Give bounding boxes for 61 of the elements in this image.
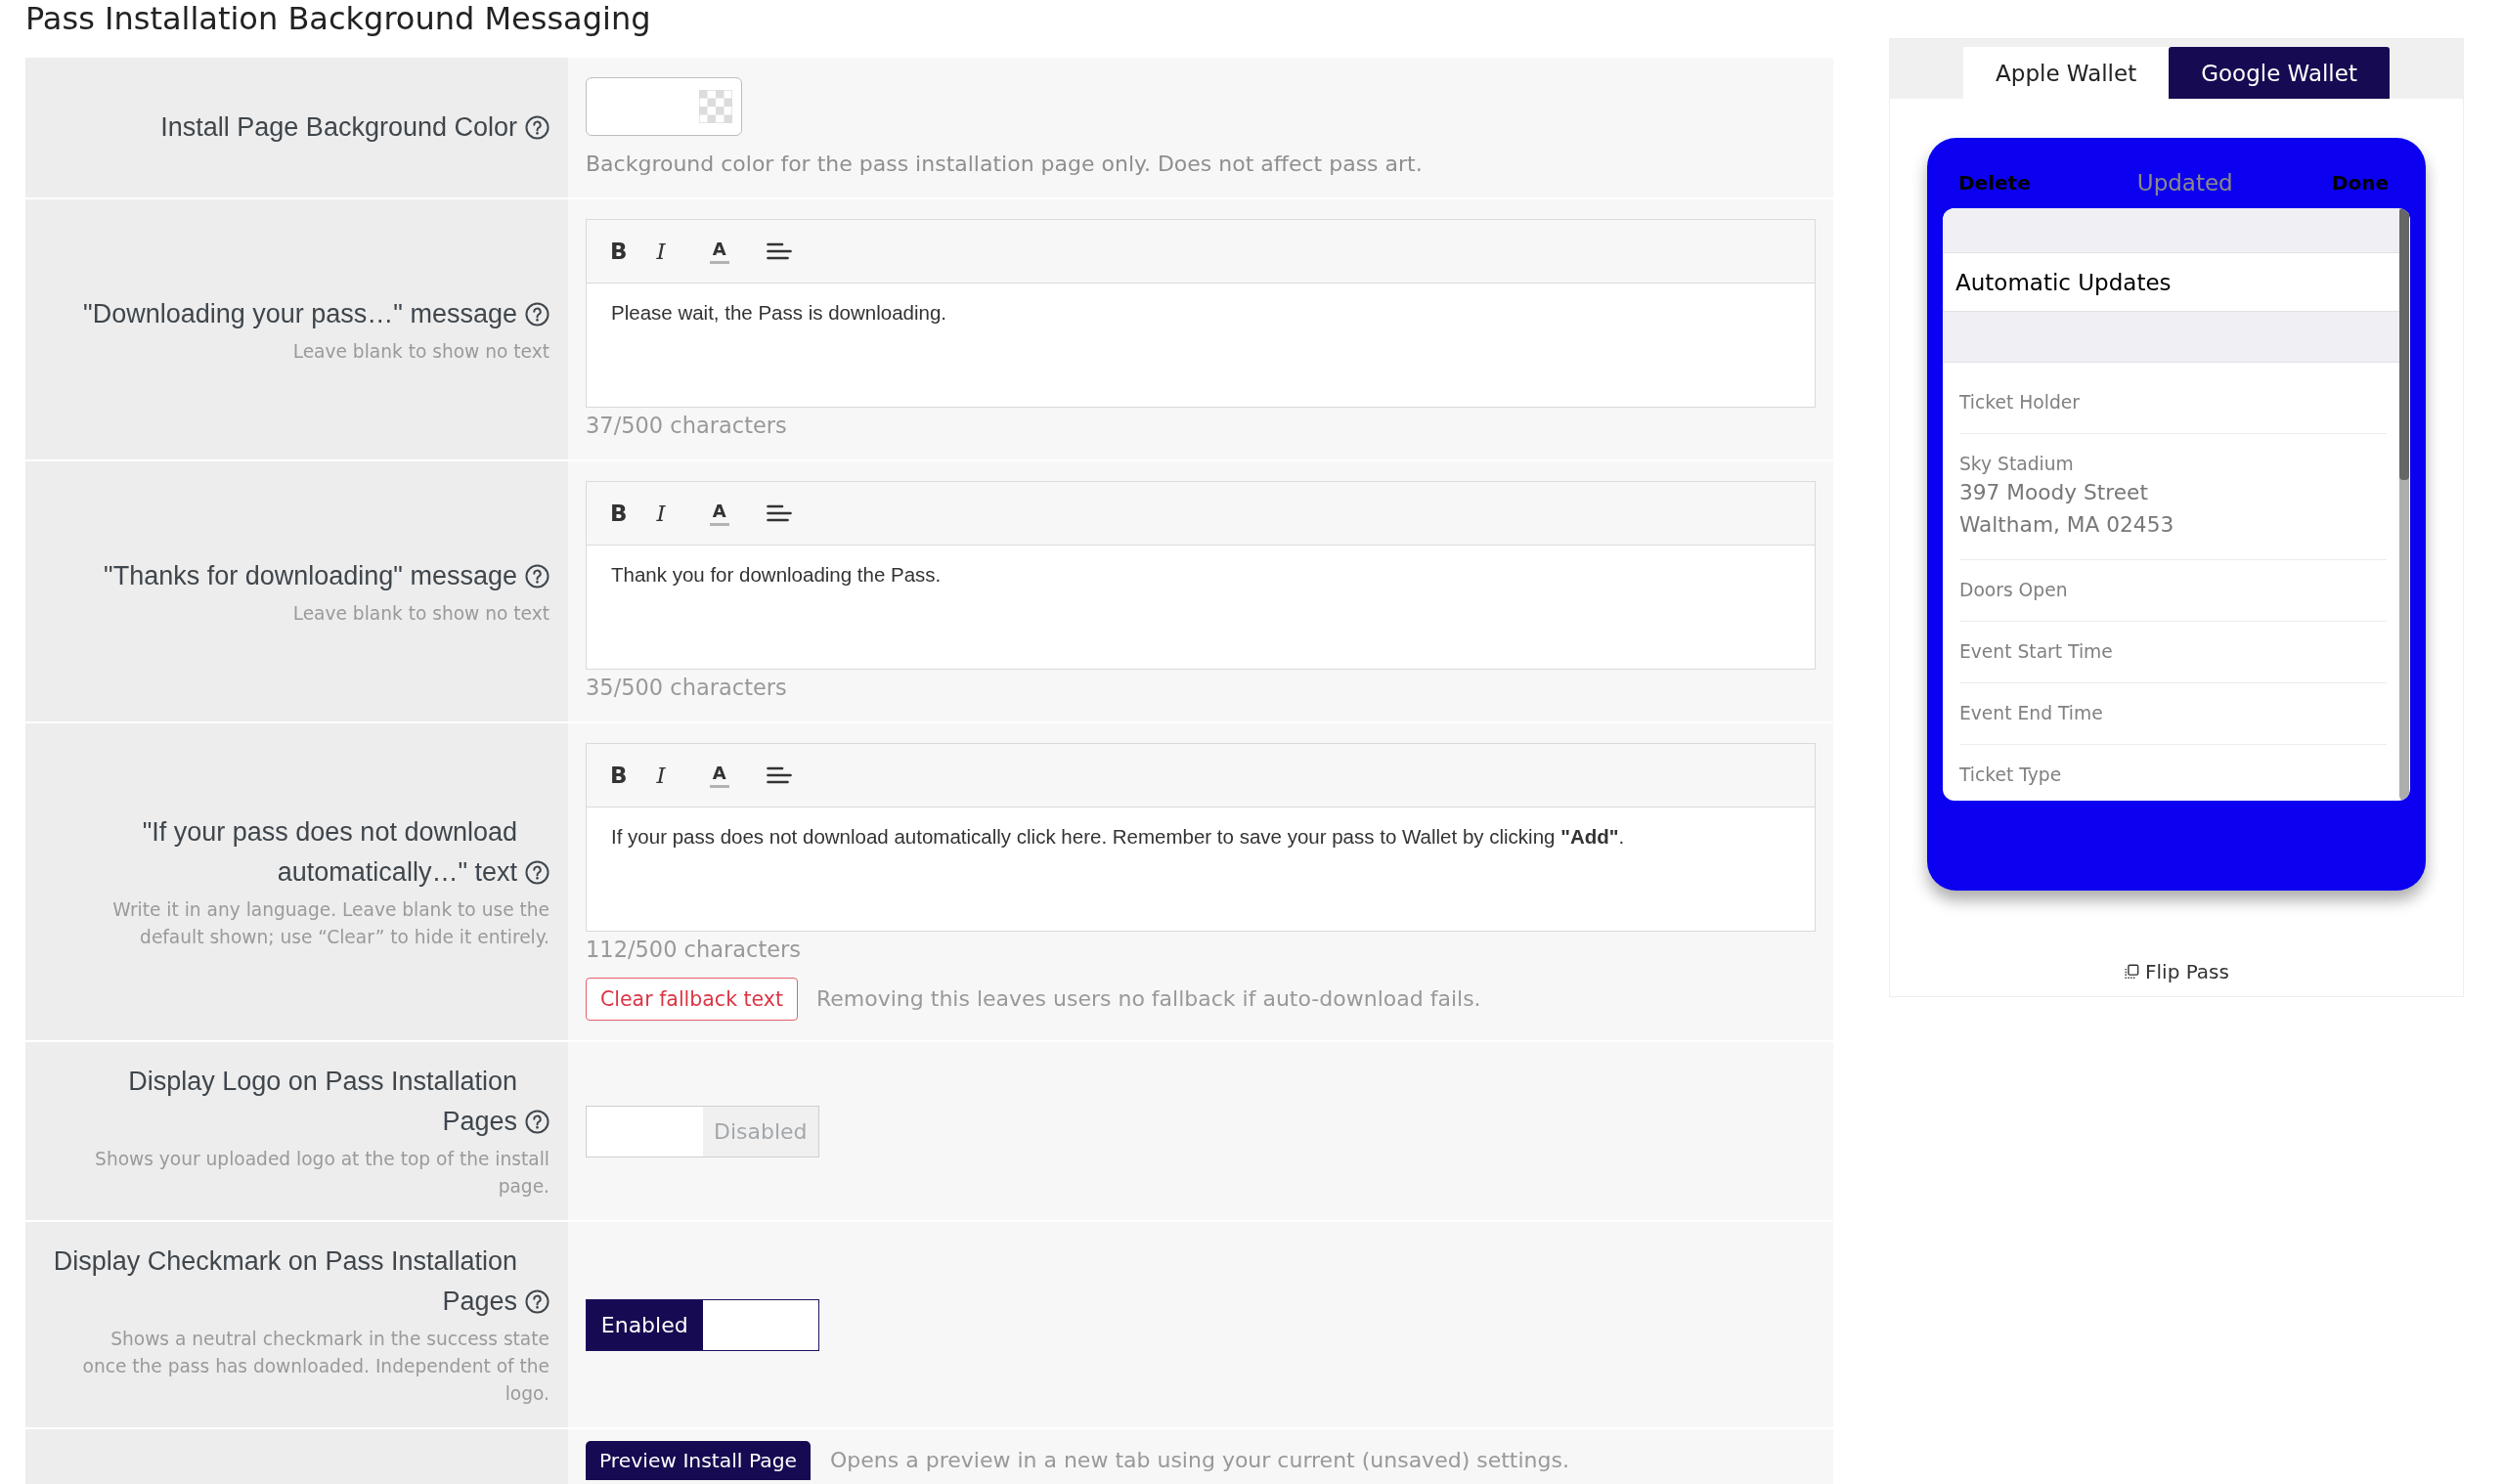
setting-hint: Leave blank to show no text (292, 601, 549, 626)
align-left-icon (766, 766, 792, 784)
setting-label: Install Page Background Color (160, 111, 517, 144)
setting-label: Display Checkmark on Pass Installation Pages (52, 1245, 517, 1318)
wallet-tab[interactable]: Apple Wallet (1963, 47, 2170, 99)
bold-button[interactable]: B (605, 238, 633, 265)
setting-label: "If your pass does not download automatically…" text (141, 816, 517, 889)
text-area[interactable]: If your pass does not download automatically click here. Remember to save your pass to Wallet by clicking "Add". (587, 807, 1815, 931)
delete-label: Delete (1958, 171, 2031, 195)
bold-button[interactable]: B (605, 500, 633, 527)
field-description: Background color for the pass installation page only. Does not affect pass art. (586, 151, 1423, 178)
align-left-icon (766, 242, 792, 260)
italic-button[interactable]: I (651, 238, 671, 265)
field-label: Ticket Holder (1959, 391, 2081, 415)
done-label: Done (2331, 171, 2389, 195)
warning-note: Removing this leaves users no fallback if auto-download fails. (816, 985, 1481, 1013)
flip-pass-button[interactable]: Flip Pass (2120, 958, 2233, 985)
setting-hint: Write it in any language. Leave blank to use the default shown; use “Clear” to hide it entirely. (111, 898, 549, 949)
setting-label: "Downloading your pass…" message (83, 297, 517, 330)
clear-text-button[interactable]: Clear fallback text (586, 978, 798, 1021)
italic-button[interactable]: I (651, 500, 671, 527)
help-icon[interactable] (525, 1110, 549, 1134)
character-counter: 35/500 characters (586, 674, 787, 702)
scrollbar-track[interactable] (2399, 208, 2409, 801)
text-color-button[interactable]: A (709, 501, 729, 526)
field-label: Event Start Time (1959, 640, 2114, 664)
text-color-button[interactable]: A (709, 763, 729, 788)
align-left-icon (766, 504, 792, 522)
preview-install-page-button[interactable]: Preview Install Page (586, 1441, 811, 1480)
help-icon[interactable] (525, 115, 549, 140)
text-color-button[interactable]: A (709, 239, 729, 264)
field-label: Sky Stadium (1959, 453, 2075, 476)
page-title: Pass Installation Background Messaging (25, 0, 651, 37)
character-counter: 112/500 characters (586, 936, 802, 964)
automatic-updates-label: Automatic Updates (1955, 269, 2172, 295)
setting-hint: Leave blank to show no text (292, 339, 549, 364)
help-icon[interactable] (525, 860, 549, 885)
field-label: Doors Open (1959, 579, 2069, 602)
scrollbar-thumb[interactable] (2399, 208, 2409, 480)
help-icon[interactable] (525, 563, 549, 589)
updated-label: Updated (2136, 170, 2233, 196)
setting-hint: Shows a neutral checkmark in the success state once the pass has downloaded. Independent of the logo. (81, 1328, 549, 1406)
field-label: Event End Time (1959, 702, 2104, 725)
toggle-switch[interactable]: Enabled (586, 1298, 819, 1351)
field-label: Ticket Type (1959, 764, 2063, 787)
text-area[interactable]: Thank you for downloading the Pass. (587, 546, 1815, 669)
setting-label: "Thanks for downloading" message (104, 559, 517, 592)
setting-hint: Shows your uploaded logo at the top of the install page. (94, 1148, 549, 1199)
italic-button[interactable]: I (651, 762, 671, 789)
setting-label: Display Logo on Pass Installation Pages (127, 1066, 517, 1138)
color-input[interactable] (586, 77, 742, 136)
text-area[interactable]: Please wait, the Pass is downloading. (587, 284, 1815, 407)
flip-icon (2124, 964, 2140, 980)
bold-button[interactable]: B (605, 762, 633, 789)
field-value: 397 Moody Street Waltham, MA 02453 (1959, 479, 2175, 539)
wallet-tab[interactable]: Google Wallet (2169, 47, 2390, 99)
character-counter: 37/500 characters (586, 412, 787, 440)
help-icon[interactable] (525, 301, 549, 327)
helper-note: Opens a preview in a new tab using your current (unsaved) settings. (830, 1447, 1569, 1474)
help-icon[interactable] (525, 1289, 549, 1314)
checkerboard-swatch-icon (699, 90, 732, 123)
